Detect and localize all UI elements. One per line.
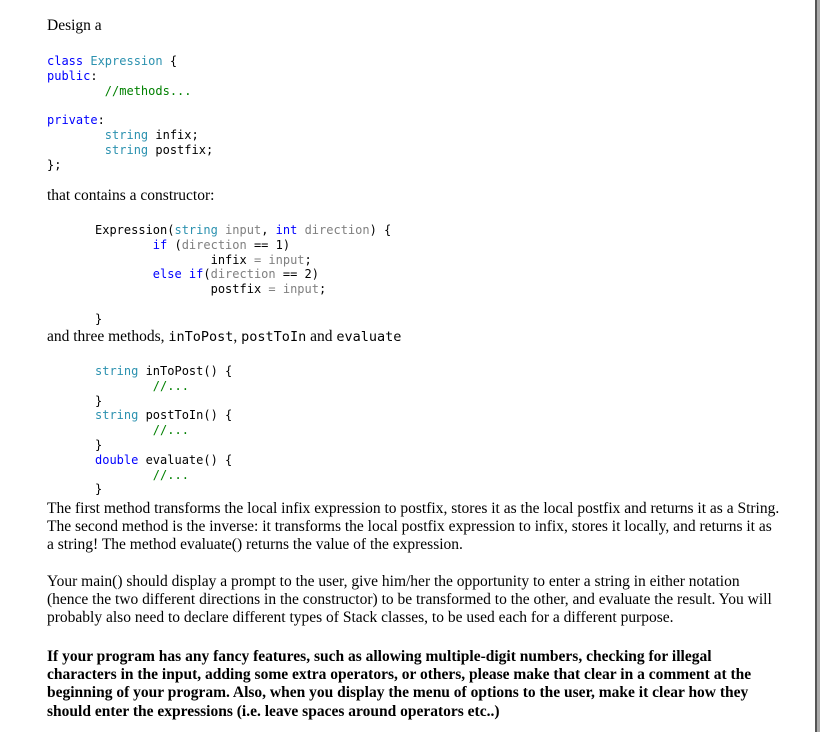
code-text: evaluate() { [138, 452, 233, 467]
code-text: infix; [148, 127, 199, 142]
code-text: == 1) [246, 237, 291, 252]
code-text: : [97, 113, 105, 128]
code-text: postfix [210, 282, 262, 297]
code-comment: //methods... [104, 83, 192, 98]
code-keyword: if [152, 237, 168, 252]
code-keyword: double [95, 452, 139, 467]
paragraph-fancy-features-note: If your program has any fancy features, … [47, 648, 752, 720]
code-param: input [268, 252, 305, 267]
code-type: string [174, 223, 218, 237]
methods-intro-text: and three methods, inToPost, postToIn an… [47, 328, 401, 346]
method-name-evaluate: evaluate [336, 329, 402, 345]
separator: and [306, 328, 337, 345]
code-param: direction [210, 267, 276, 282]
method-name-intopost: inToPost [168, 329, 234, 345]
code-param: input [282, 282, 319, 297]
code-comment: //... [152, 467, 189, 482]
code-type: string [95, 364, 139, 378]
code-text: ( [203, 267, 211, 282]
code-text: postfix; [148, 142, 214, 157]
code-type: string [104, 127, 149, 142]
methods-intro-prefix: and three methods, [47, 328, 169, 345]
intro-text: Design a [47, 17, 102, 34]
code-text: } [95, 437, 103, 452]
code-type: Expression [90, 54, 163, 68]
paragraph-main-description: Your main() should display a prompt to t… [47, 573, 772, 627]
code-text: Expression( [95, 223, 175, 237]
method-name-posttoin: postToIn [241, 329, 307, 345]
methods-code-block: string inToPost() { //... } string postT… [95, 364, 232, 497]
code-op: = [246, 252, 269, 267]
code-text: == 2) [275, 267, 319, 282]
code-text: }; [47, 157, 62, 172]
code-param: direction [181, 237, 247, 252]
code-text: ( [167, 237, 182, 252]
class-code-block: class Expression { public: //methods... … [47, 54, 213, 172]
code-keyword: int [275, 223, 298, 237]
constructor-code-block: Expression(string input, int direction) … [95, 223, 391, 327]
code-text: : [90, 68, 98, 83]
code-keyword: public [47, 68, 91, 83]
code-text: } [95, 311, 103, 326]
code-keyword: private [47, 113, 98, 128]
paragraph-methods-description: The first method transforms the local in… [47, 500, 780, 554]
code-text: } [95, 482, 103, 497]
code-text: ; [304, 252, 312, 267]
code-text: } [95, 393, 103, 408]
code-keyword: class [47, 54, 84, 68]
separator: , [233, 328, 242, 345]
code-comment: //... [152, 423, 189, 438]
code-text: , [261, 223, 276, 237]
code-text: { [162, 54, 178, 68]
code-text: ) { [369, 223, 392, 237]
code-comment: //... [152, 378, 189, 393]
code-text: infix [210, 252, 247, 267]
document-page: Design a class Expression { public: //me… [0, 0, 815, 732]
constructor-intro-text: that contains a constructor: [47, 187, 215, 204]
code-param: direction [297, 223, 370, 237]
code-text: inToPost() { [138, 364, 233, 378]
code-text: ; [318, 282, 327, 297]
code-type: string [95, 408, 139, 423]
code-op: = [261, 282, 283, 297]
code-keyword: else if [152, 267, 204, 282]
code-param: input [217, 223, 262, 237]
code-type: string [104, 142, 149, 157]
code-text: postToIn() { [138, 408, 233, 423]
